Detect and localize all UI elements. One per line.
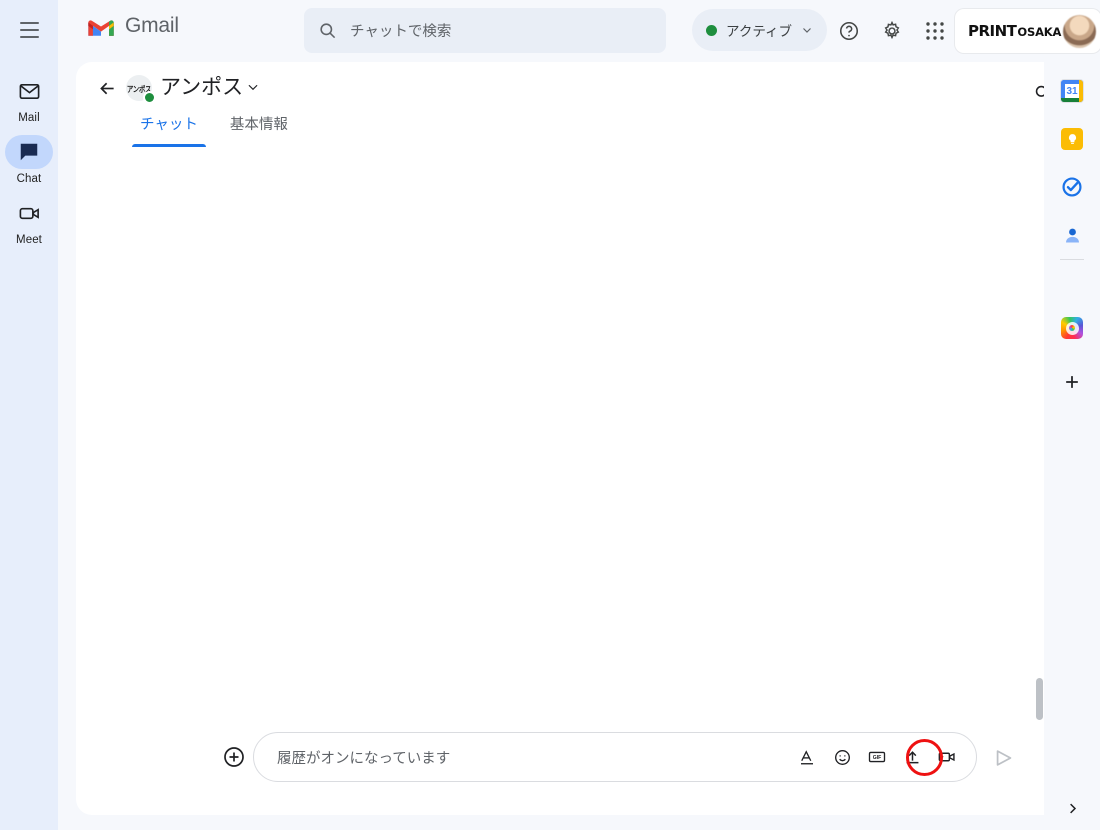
google-tasks-icon[interactable] [1054, 169, 1090, 205]
chevron-down-icon [803, 28, 811, 33]
message-input[interactable]: 履歴がオンになっています GIF [253, 732, 977, 782]
send-button[interactable] [987, 741, 1021, 775]
presence-dot-icon [145, 93, 154, 102]
sidebar-item-label: Meet [16, 234, 42, 246]
account-chip[interactable]: PRINT OSAKA [955, 9, 1100, 53]
chevron-down-icon[interactable] [246, 80, 260, 99]
tab-info[interactable]: 基本情報 [214, 110, 304, 147]
sidebar-item-chat[interactable]: Chat [0, 135, 58, 185]
search-input[interactable]: チャットで検索 [304, 8, 666, 53]
chat-bubble-icon [5, 135, 53, 169]
hamburger-menu-icon[interactable] [15, 16, 43, 44]
add-addon-button[interactable] [1054, 364, 1090, 400]
google-calendar-icon[interactable]: 31 [1054, 73, 1090, 109]
brand-name-print: PRINT [968, 22, 1017, 40]
gif-icon[interactable]: GIF [862, 742, 892, 772]
google-keep-icon[interactable] [1054, 121, 1090, 157]
status-badge[interactable]: アクティブ [692, 9, 828, 51]
gmail-logo[interactable]: Gmail [86, 14, 179, 38]
gmail-wordmark: Gmail [125, 14, 179, 37]
tab-chat[interactable]: チャット [124, 110, 214, 147]
envelope-icon [5, 74, 53, 108]
expand-panel-button[interactable] [1056, 792, 1088, 824]
video-meeting-icon[interactable] [932, 742, 962, 772]
send-icon [996, 750, 1012, 766]
composer-icon-group: GIF [792, 742, 962, 772]
sidebar-item-meet[interactable]: Meet [0, 196, 58, 246]
emoji-icon[interactable] [827, 742, 857, 772]
message-composer: 履歴がオンになっています GIF [76, 717, 1044, 815]
sidebar-item-label: Mail [18, 112, 40, 124]
sidebar-item-mail[interactable]: Mail [0, 74, 58, 124]
search-icon [320, 23, 336, 39]
message-scrollbar[interactable] [1036, 678, 1043, 720]
side-panel-rail: 31 [1044, 62, 1100, 830]
rail-divider [1060, 259, 1084, 260]
status-dot-icon [706, 24, 717, 36]
left-navigation-rail: Mail Chat Meet [0, 0, 58, 830]
message-input-placeholder: 履歴がオンになっています [277, 750, 451, 767]
top-app-bar: Gmail チャットで検索 アクティブ PRINT OSAKA [58, 0, 1100, 62]
settings-gear-icon[interactable] [876, 15, 908, 47]
gmail-m-icon [88, 19, 114, 36]
gmail-chat-window: Mail Chat Meet Gmail チャットで検索 アクティブ PRINT… [0, 0, 1100, 830]
text-format-icon[interactable] [792, 742, 822, 772]
status-label: アクティブ [726, 24, 793, 39]
google-contacts-icon[interactable] [1054, 217, 1090, 253]
search-placeholder: チャットで検索 [350, 24, 452, 40]
sidebar-item-label: Chat [16, 173, 42, 185]
video-camera-icon [5, 196, 53, 230]
avatar[interactable] [1063, 14, 1096, 48]
conversation-header: アンポス アンポス チャット 基本情報 [76, 62, 1091, 148]
svg-text:GIF: GIF [873, 755, 882, 761]
adobe-creative-cloud-icon[interactable] [1054, 310, 1090, 346]
apps-grid-icon[interactable] [919, 15, 951, 47]
plus-icon [1066, 376, 1078, 388]
message-list-area [76, 147, 1044, 717]
upload-file-icon[interactable] [897, 742, 927, 772]
brand-name-osaka: OSAKA [1017, 25, 1062, 39]
calendar-day-number: 31 [1066, 85, 1078, 97]
conversation-tabs: チャット 基本情報 [76, 110, 304, 147]
back-arrow-icon[interactable] [90, 71, 124, 105]
chevron-right-icon [1069, 803, 1076, 813]
plus-circle-icon[interactable] [216, 739, 252, 775]
page-title[interactable]: アンポス [160, 71, 243, 101]
help-icon[interactable] [833, 15, 865, 47]
